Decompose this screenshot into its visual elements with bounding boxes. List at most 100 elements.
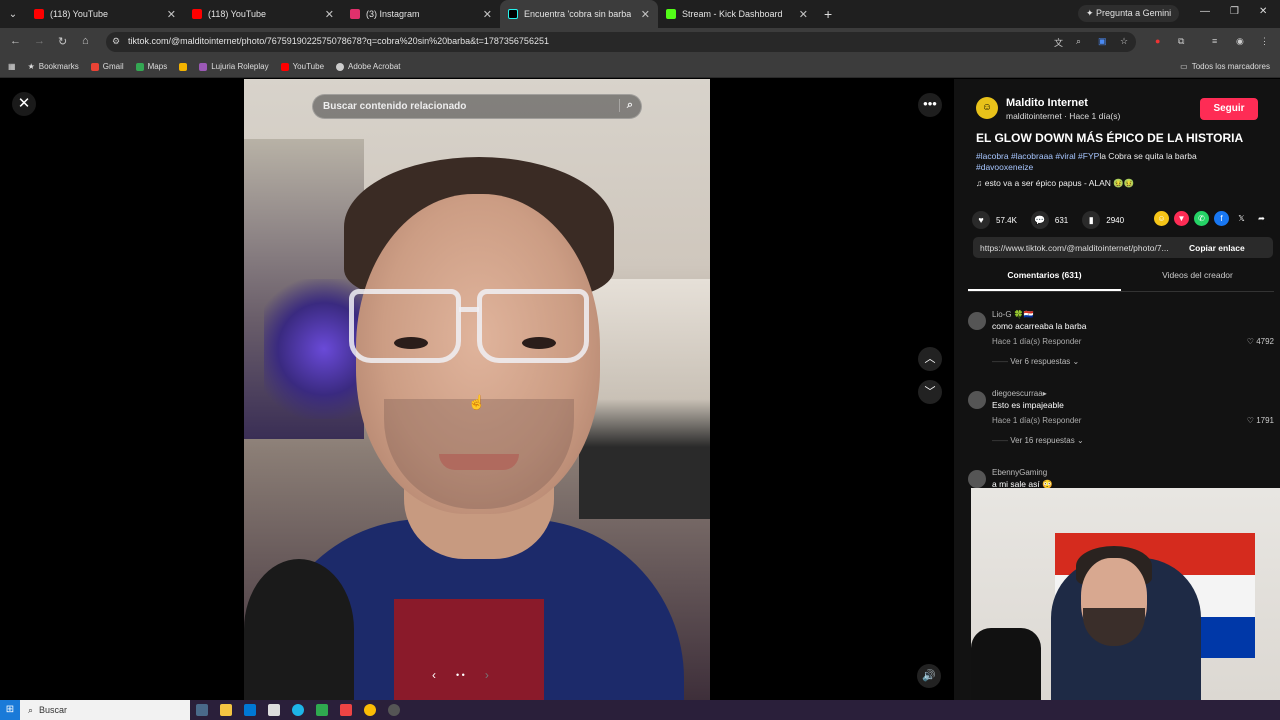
avatar[interactable]: ☺: [976, 97, 998, 119]
likes-count: 57.4K: [996, 215, 1017, 225]
tab-comments[interactable]: Comentarios (631): [968, 266, 1121, 291]
avatar[interactable]: [968, 470, 986, 488]
volume-icon[interactable]: 🔊: [917, 664, 941, 688]
tab-youtube-1[interactable]: (118) YouTube ✕: [26, 0, 184, 28]
brave-icon[interactable]: [340, 704, 352, 716]
translate-icon[interactable]: 文: [1054, 36, 1063, 49]
file-explorer-icon[interactable]: [220, 704, 232, 716]
friends-share-icon[interactable]: ☺: [1154, 211, 1169, 226]
close-viewer-icon[interactable]: ✕: [12, 92, 36, 116]
chrome-icon[interactable]: [364, 704, 376, 716]
spreadsheet-icon[interactable]: [316, 704, 328, 716]
maps-icon: [135, 62, 144, 71]
restore-icon[interactable]: ❐: [1230, 6, 1239, 17]
extension-icon[interactable]: ▣: [1098, 36, 1107, 47]
tab-kick[interactable]: Stream - Kick Dashboard ✕: [658, 0, 816, 28]
comment-likes[interactable]: ♡ 4792: [1247, 337, 1274, 346]
bookmark-star-icon[interactable]: ☆: [1120, 36, 1128, 47]
close-tab-icon[interactable]: ✕: [325, 8, 334, 21]
view-replies[interactable]: —— Ver 6 respuestas ⌄: [992, 357, 1079, 366]
apps-icon[interactable]: ▦: [8, 62, 16, 71]
site-info-icon[interactable]: ⚙: [112, 36, 120, 47]
minimize-icon[interactable]: —: [1200, 6, 1210, 17]
search-icon[interactable]: ⌕: [618, 99, 633, 112]
bookmark-misc[interactable]: [179, 62, 188, 71]
bookmark-maps[interactable]: Maps: [135, 62, 168, 71]
tab-instagram[interactable]: (3) Instagram ✕: [342, 0, 500, 28]
media-controls-icon[interactable]: ≡: [1212, 36, 1217, 46]
facebook-icon[interactable]: f: [1214, 211, 1229, 226]
new-tab-icon[interactable]: +: [824, 6, 832, 22]
mail-icon[interactable]: [244, 704, 256, 716]
reload-icon[interactable]: ↻: [58, 35, 67, 48]
tab-search-icon[interactable]: ⌄: [0, 9, 26, 20]
comment-user[interactable]: Lio-G 🍀🇵🇾: [992, 310, 1034, 319]
next-post-icon[interactable]: ﹀: [918, 380, 942, 404]
tab-label: (118) YouTube: [50, 9, 109, 19]
share-arrow-icon[interactable]: ➦: [1254, 211, 1269, 226]
obs-icon[interactable]: [388, 704, 400, 716]
gemini-button[interactable]: ✦ Pregunta a Gemini: [1078, 5, 1180, 22]
extensions-icon[interactable]: ⧉: [1178, 36, 1184, 47]
author-block[interactable]: ☺ Maldito Internet malditointernet · Hac…: [976, 97, 1120, 121]
zoom-icon[interactable]: ⌕: [1076, 36, 1081, 47]
avatar[interactable]: [968, 312, 986, 330]
copy-link-button[interactable]: Copiar enlace: [1183, 243, 1245, 253]
author-name[interactable]: Maldito Internet: [1006, 97, 1120, 109]
comment-likes[interactable]: ♡ 1791: [1247, 416, 1274, 425]
share-link-url[interactable]: https://www.tiktok.com/@malditointernet/…: [973, 243, 1183, 253]
bookmark-icon[interactable]: ▮: [1082, 211, 1101, 229]
sound-link[interactable]: ♫ esto va a ser épico papus - ALAN 🤢🤢: [976, 178, 1134, 189]
next-photo-icon[interactable]: ›: [485, 668, 489, 682]
comment-user[interactable]: EbennyGaming: [992, 468, 1047, 477]
comment-meta[interactable]: Hace 1 día(s) Responder: [992, 416, 1081, 425]
tab-youtube-2[interactable]: (118) YouTube ✕: [184, 0, 342, 28]
repost-icon[interactable]: ▼: [1174, 211, 1189, 226]
post-photo[interactable]: [244, 79, 710, 700]
heart-icon[interactable]: ♥: [972, 211, 990, 229]
view-replies[interactable]: —— Ver 16 respuestas ⌄: [992, 436, 1084, 445]
tab-tiktok[interactable]: Encuentra 'cobra sin barba ✕: [500, 0, 658, 28]
comment-icon[interactable]: 💬: [1030, 211, 1049, 229]
home-icon[interactable]: ⌂: [82, 35, 89, 47]
x-icon[interactable]: 𝕏: [1234, 211, 1249, 226]
related-search-input[interactable]: Buscar contenido relacionado ⌕: [312, 94, 642, 119]
forward-icon[interactable]: →: [34, 35, 45, 47]
close-tab-icon[interactable]: ✕: [483, 8, 492, 21]
comment-meta[interactable]: Hace 1 día(s) Responder: [992, 337, 1081, 346]
more-options-icon[interactable]: •••: [918, 93, 942, 117]
window-close-icon[interactable]: ✕: [1259, 6, 1267, 17]
edge-icon[interactable]: [292, 704, 304, 716]
windows-start-icon[interactable]: ⊞: [0, 700, 20, 720]
close-tab-icon[interactable]: ✕: [799, 8, 808, 21]
taskbar-search[interactable]: ⌕ Buscar: [20, 700, 190, 720]
bookmark-gmail[interactable]: Gmail: [90, 62, 124, 71]
bookmark-youtube[interactable]: YouTube: [280, 62, 325, 71]
notification-badge-icon[interactable]: ●: [1155, 36, 1160, 46]
url-bar[interactable]: tiktok.com/@malditointernet/photo/767591…: [106, 32, 1136, 52]
prev-photo-icon[interactable]: ‹: [432, 668, 436, 682]
bookmark-lujuria[interactable]: Lujuria Roleplay: [199, 62, 269, 71]
profile-icon[interactable]: ◉: [1236, 36, 1244, 47]
avatar[interactable]: [968, 391, 986, 409]
taskbar-search-label: Buscar: [39, 705, 68, 715]
hashtag-link[interactable]: #davooxeneize: [976, 162, 1033, 172]
comment-user[interactable]: diegoescurraa▸: [992, 389, 1047, 398]
bookmark-label: YouTube: [292, 62, 325, 71]
task-view-icon[interactable]: [196, 704, 208, 716]
whatsapp-icon[interactable]: ✆: [1194, 211, 1209, 226]
back-icon[interactable]: ←: [10, 35, 21, 47]
menu-icon[interactable]: ⋮: [1260, 36, 1269, 47]
hashtags[interactable]: #lacobra #lacobraaa #viral #FYP: [976, 151, 1099, 161]
close-tab-icon[interactable]: ✕: [641, 8, 650, 21]
all-bookmarks[interactable]: ▭ Todos los marcadores: [1180, 62, 1270, 71]
follow-button[interactable]: Seguir: [1200, 98, 1258, 120]
notepad-icon[interactable]: [268, 704, 280, 716]
close-tab-icon[interactable]: ✕: [167, 8, 176, 21]
kick-icon: [666, 9, 676, 19]
bookmark-bookmarks[interactable]: ★ Bookmarks: [28, 62, 79, 71]
tab-creator-videos[interactable]: Videos del creador: [1121, 266, 1274, 291]
previous-post-icon[interactable]: ︿: [918, 347, 942, 371]
bookmark-label: Maps: [147, 62, 168, 71]
bookmark-adobe[interactable]: Adobe Acrobat: [336, 62, 401, 71]
